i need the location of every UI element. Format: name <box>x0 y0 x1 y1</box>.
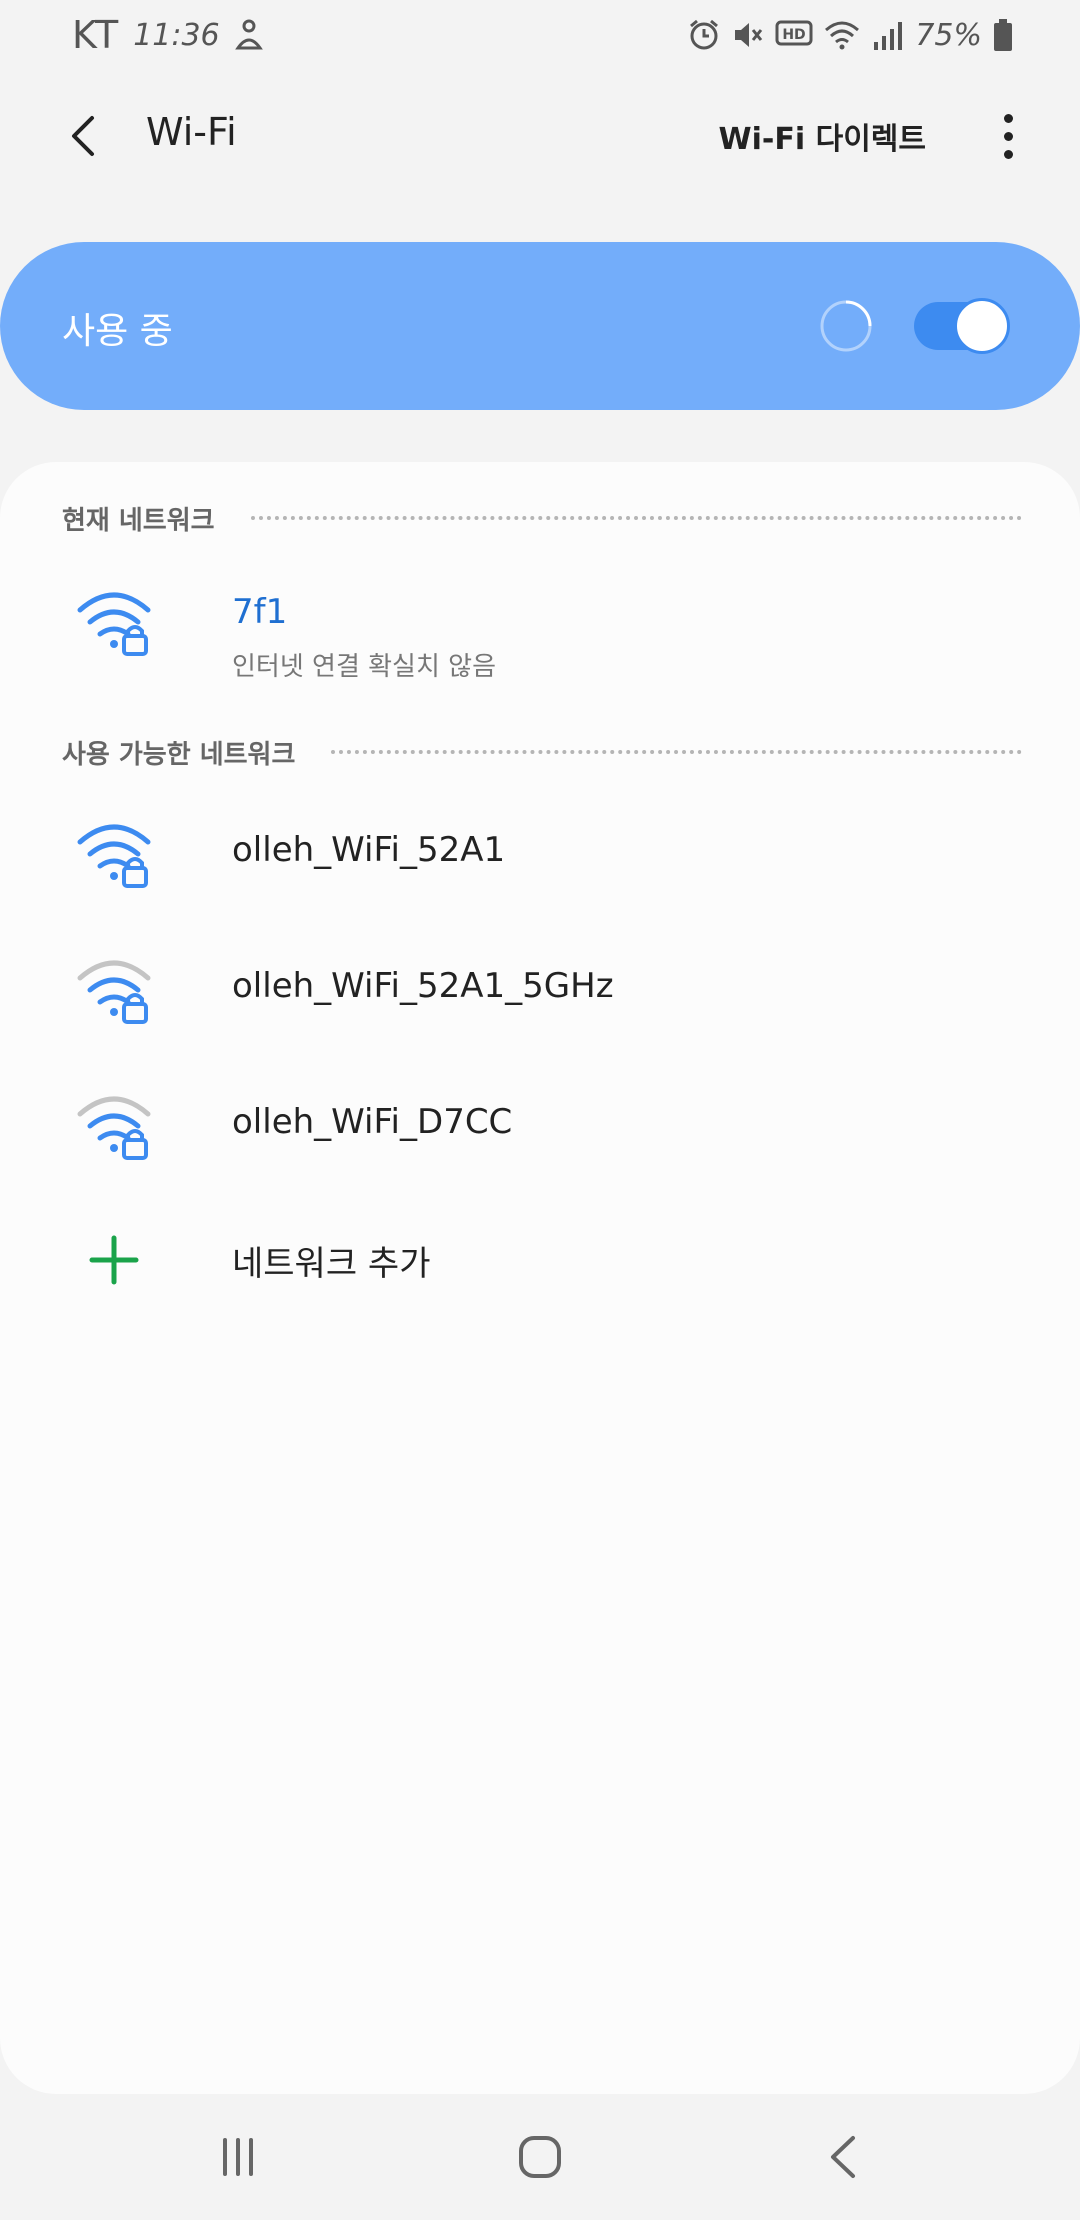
clock: 11:36 <box>133 17 220 53</box>
status-right: HD 75% <box>687 10 1014 60</box>
wifi-direct-button[interactable]: Wi-Fi 다이렉트 <box>719 114 926 158</box>
hd-voice-icon: HD <box>775 20 813 46</box>
network-list-card: 현재 네트워크 7f1 인터넷 연결 확실치 않음 사용 가능한 네트워크 ol <box>0 462 1080 2094</box>
wifi-lock-icon <box>77 824 151 888</box>
wifi-status-label: 사용 중 <box>62 311 173 352</box>
cell-signal-icon <box>874 22 903 50</box>
system-nav-bar <box>0 2094 1080 2220</box>
status-bar: KT 11:36 HD 75% <box>0 0 1080 66</box>
network-name: olleh_WiFi_52A1_5GHz <box>232 966 614 1006</box>
network-list-item[interactable]: olleh_WiFi_52A1_5GHz <box>0 922 1080 1058</box>
nav-back-icon <box>831 2136 855 2178</box>
current-network-item[interactable]: 7f1 인터넷 연결 확실치 않음 <box>0 546 1080 696</box>
wifi-lock-icon <box>77 1096 151 1160</box>
current-network-header: 현재 네트워크 <box>62 498 1022 538</box>
section-title: 사용 가능한 네트워크 <box>62 739 296 770</box>
section-divider <box>331 750 1022 754</box>
alarm-icon <box>690 19 719 50</box>
network-list-item[interactable]: olleh_WiFi_D7CC <box>0 1058 1080 1194</box>
page-title: Wi-Fi <box>146 110 237 154</box>
add-network-label: 네트워크 추가 <box>232 1244 431 1284</box>
battery-icon <box>994 19 1012 51</box>
scanning-spinner-icon <box>820 300 872 352</box>
back-button[interactable] <box>52 104 116 168</box>
status-left: KT 11:36 <box>72 10 264 60</box>
add-network-button[interactable]: 네트워크 추가 <box>0 1192 1080 1328</box>
wifi-status-icon <box>825 21 860 50</box>
battery-percent: 75% <box>915 17 982 53</box>
available-networks-header: 사용 가능한 네트워크 <box>62 732 1022 772</box>
recent-apps-button[interactable] <box>198 2124 278 2190</box>
section-divider <box>250 516 1022 520</box>
recent-apps-icon <box>223 2138 253 2176</box>
mute-icon <box>735 23 763 47</box>
switch-knob <box>954 298 1010 354</box>
current-network-status: 인터넷 연결 확실치 않음 <box>232 652 496 682</box>
svg-text:HD: HD <box>783 27 806 43</box>
more-options-button[interactable] <box>976 104 1040 168</box>
current-network-name: 7f1 <box>232 592 288 632</box>
app-bar: Wi-Fi Wi-Fi 다이렉트 <box>0 66 1080 206</box>
nav-back-button[interactable] <box>804 2124 884 2190</box>
more-vert-icon <box>1003 113 1013 123</box>
section-title: 현재 네트워크 <box>62 505 215 536</box>
chevron-left-icon <box>72 116 94 156</box>
network-list-item[interactable]: olleh_WiFi_52A1 <box>0 786 1080 922</box>
wifi-toggle-switch[interactable] <box>914 296 1010 356</box>
notification-icon <box>234 19 263 50</box>
wifi-lock-icon <box>77 960 151 1024</box>
network-name: olleh_WiFi_D7CC <box>232 1102 513 1142</box>
wifi-lock-icon <box>77 592 151 656</box>
wifi-master-switch-bar[interactable]: 사용 중 <box>0 242 1080 410</box>
home-icon <box>519 2136 561 2178</box>
network-name: olleh_WiFi_52A1 <box>232 830 506 870</box>
carrier-label: KT <box>72 13 120 57</box>
home-button[interactable] <box>500 2124 580 2190</box>
plus-icon <box>89 1235 139 1285</box>
